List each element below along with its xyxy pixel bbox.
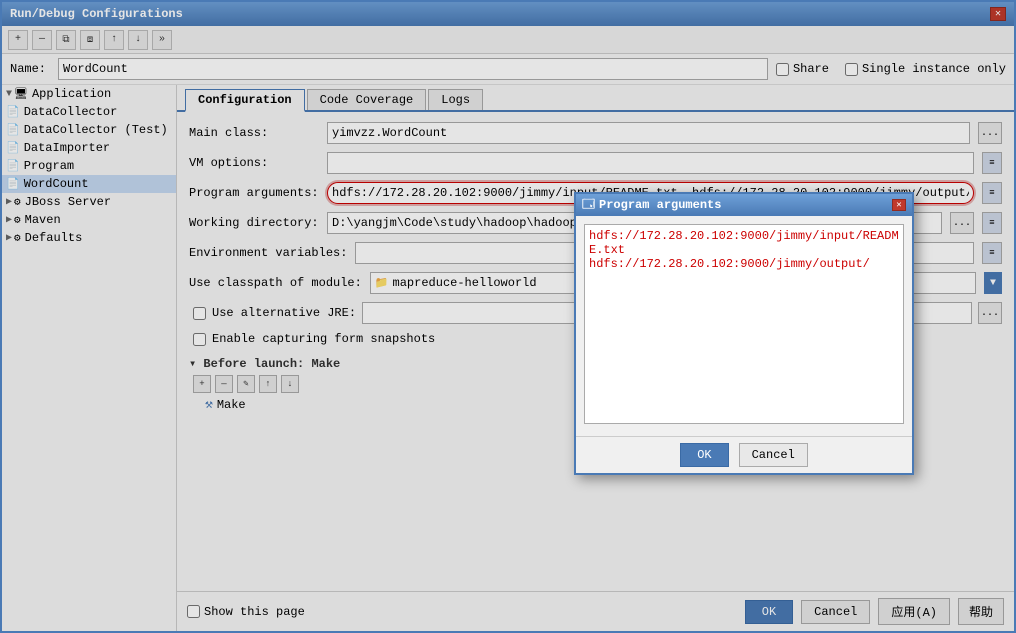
dialog-body bbox=[576, 216, 912, 436]
program-args-dialog: 🗔 Program arguments ✕ OK Cancel bbox=[574, 192, 914, 475]
main-window: Run/Debug Configurations ✕ + — ⧉ ⧈ ↑ ↓ »… bbox=[0, 0, 1016, 633]
dialog-close-button[interactable]: ✕ bbox=[892, 199, 906, 211]
dialog-textarea[interactable] bbox=[584, 224, 904, 424]
dialog-overlay: 🗔 Program arguments ✕ OK Cancel bbox=[2, 2, 1014, 631]
dialog-title-text: 🗔 Program arguments bbox=[582, 195, 721, 216]
dialog-footer: OK Cancel bbox=[576, 436, 912, 473]
dialog-cancel-button[interactable]: Cancel bbox=[739, 443, 808, 467]
dialog-icon: 🗔 bbox=[582, 195, 595, 216]
dialog-title-label: Program arguments bbox=[599, 198, 721, 212]
dialog-title-bar: 🗔 Program arguments ✕ bbox=[576, 194, 912, 216]
dialog-ok-button[interactable]: OK bbox=[680, 443, 728, 467]
